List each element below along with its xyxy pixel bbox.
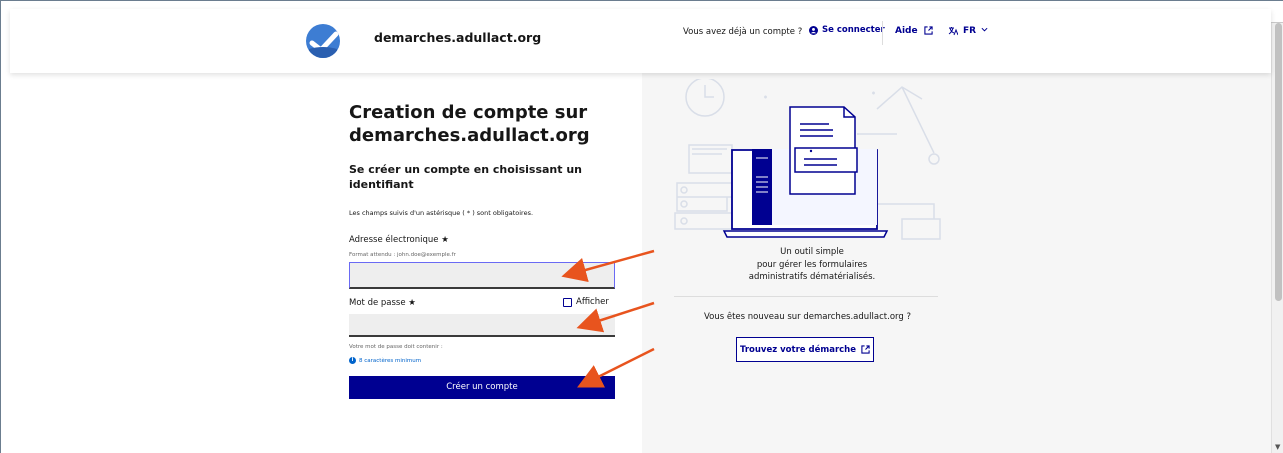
language-selector[interactable]: FR [948, 26, 988, 36]
external-link-icon [861, 345, 870, 354]
login-label: Se connecter [822, 25, 885, 35]
browser-frame: demarches.adullact.org Vous avez déjà un… [0, 0, 1283, 453]
aside-divider [674, 296, 938, 297]
form-subtitle-line2: identifiant [349, 178, 414, 191]
password-rule-min: i 8 caractères minimum [349, 357, 421, 364]
language-label: FR [963, 26, 977, 36]
email-label-text: Adresse électronique [349, 235, 439, 245]
user-icon [809, 25, 818, 35]
chevron-down-icon [981, 27, 988, 32]
email-hint: Format attendu : john.doe@exemple.fr [349, 252, 456, 258]
password-label-text: Mot de passe [349, 298, 406, 308]
page-title-line1: Creation de compte sur [349, 102, 588, 123]
tagline-line1: Un outil simple [780, 247, 844, 257]
has-account-text: Vous avez déjà un compte ? [683, 27, 803, 37]
laptop-illustration [674, 79, 941, 240]
email-field[interactable] [349, 262, 615, 289]
tagline: Un outil simple pour gérer les formulair… [722, 246, 902, 284]
email-label: Adresse électronique ★ [349, 235, 449, 245]
page-title-line2: demarches.adullact.org [349, 125, 590, 146]
tagline-line3: administratifs dématérialisés. [748, 272, 876, 282]
form-subtitle: Se créer un compte en choisissant un ide… [349, 162, 615, 192]
password-label: Mot de passe ★ [349, 298, 416, 308]
form-subtitle-line1: Se créer un compte en choisissant un [349, 163, 583, 176]
signup-form: Creation de compte sur demarches.adullac… [349, 101, 615, 399]
create-account-button[interactable]: Créer un compte [349, 376, 615, 399]
site-header: demarches.adullact.org Vous avez déjà un… [10, 9, 1271, 73]
new-user-text: Vous êtes nouveau sur demarches.adullact… [704, 312, 911, 322]
scroll-down-icon[interactable]: ▼ [1275, 443, 1280, 451]
site-logo-icon[interactable] [306, 24, 340, 58]
window-corner [1271, 1, 1283, 23]
info-icon: i [349, 357, 356, 364]
show-password-toggle[interactable]: Afficher [563, 297, 609, 307]
password-field[interactable] [349, 314, 615, 337]
help-label: Aide [895, 26, 918, 36]
header-separator [882, 21, 883, 45]
login-link[interactable]: Se connecter [809, 25, 885, 35]
scrollbar[interactable]: ▼ [1271, 23, 1283, 453]
required-star: ★ [408, 298, 416, 308]
external-link-icon [923, 26, 933, 35]
site-name[interactable]: demarches.adullact.org [374, 30, 541, 45]
tagline-line2: pour gérer les formulaires [756, 259, 868, 270]
show-password-label: Afficher [576, 297, 609, 307]
show-password-checkbox[interactable] [563, 297, 572, 307]
help-link[interactable]: Aide [895, 26, 933, 36]
scrollbar-thumb[interactable] [1275, 23, 1282, 301]
required-star: ★ [441, 235, 449, 245]
translate-icon [948, 27, 958, 36]
password-rules-title: Votre mot de passe doit contenir : [349, 344, 443, 350]
find-procedure-button[interactable]: Trouvez votre démarche [736, 337, 874, 362]
password-rule-min-text: 8 caractères minimum [359, 357, 422, 364]
mandatory-note: Les champs suivis d'un astérisque ( * ) … [349, 209, 534, 217]
find-procedure-label: Trouvez votre démarche [739, 344, 856, 355]
page-title: Creation de compte sur demarches.adullac… [349, 101, 615, 147]
